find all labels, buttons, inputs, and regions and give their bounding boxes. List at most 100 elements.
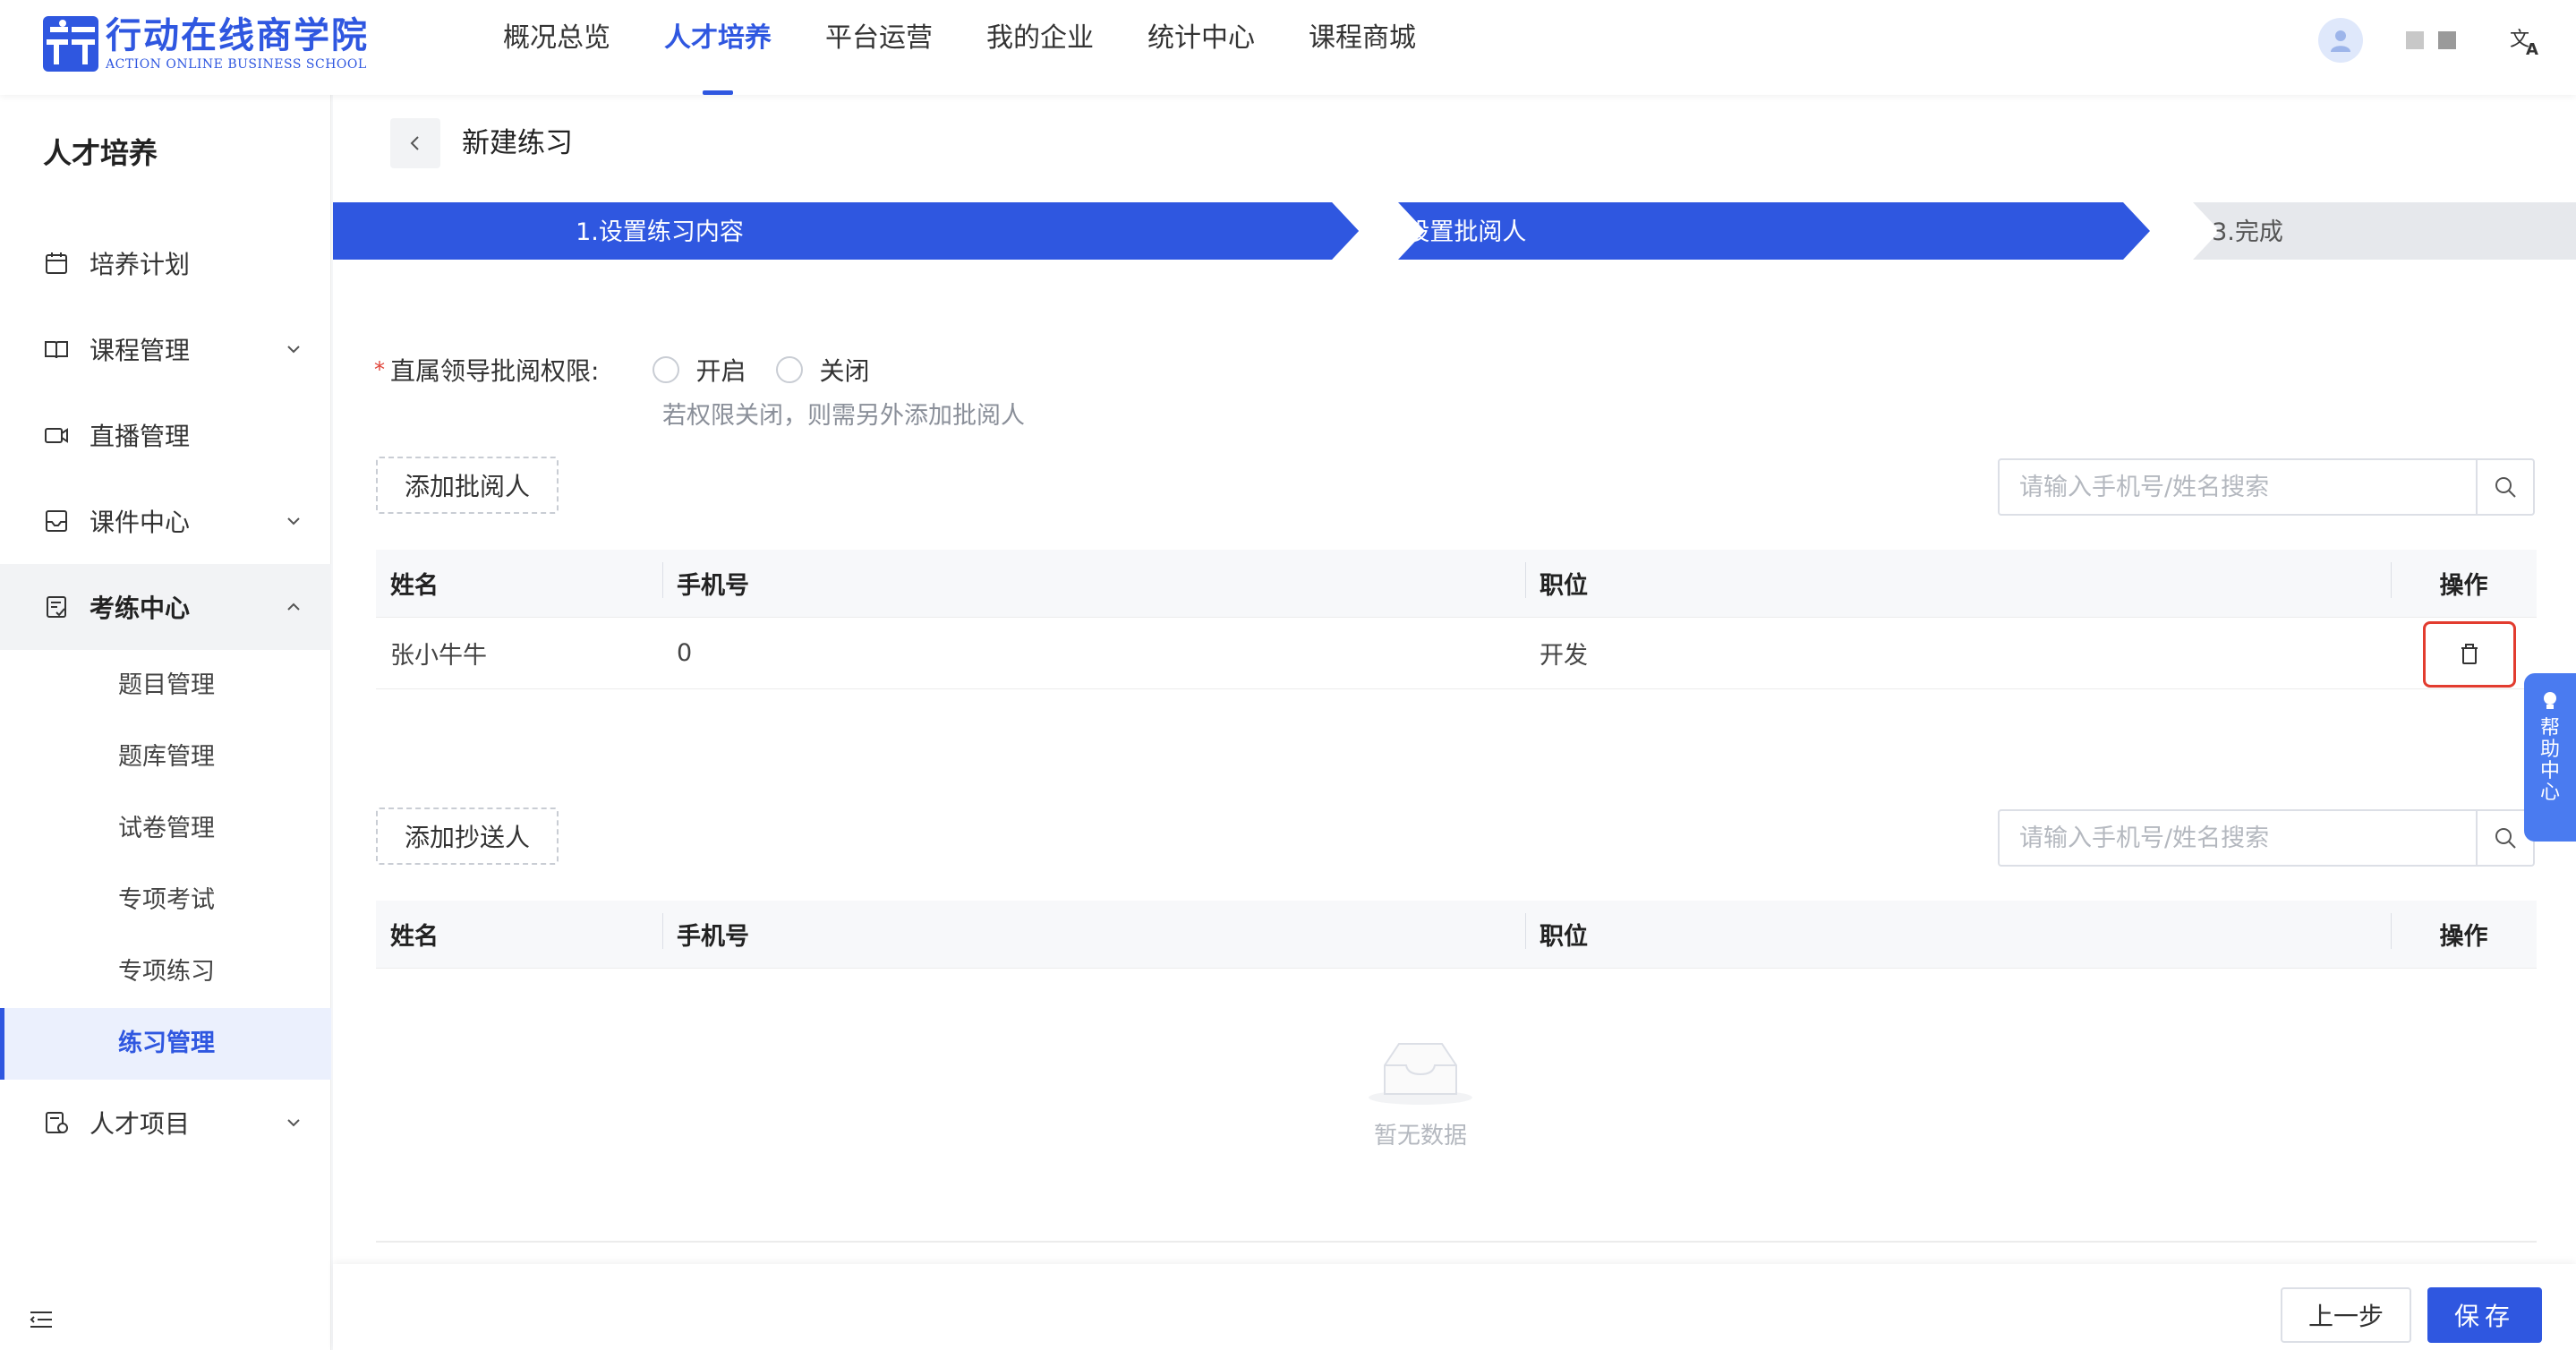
radio-on[interactable]: 开启 bbox=[653, 352, 746, 388]
divider bbox=[376, 1241, 2537, 1243]
empty-text: 暂无数据 bbox=[1373, 1123, 1467, 1149]
sidebar-item-label: 课程管理 bbox=[90, 336, 191, 365]
table-header: 姓名 手机号 职位 操作 bbox=[376, 550, 2537, 618]
sidebar-subitem-papers[interactable]: 试卷管理 bbox=[0, 793, 331, 865]
chevron-down-icon bbox=[287, 346, 300, 354]
reviewer-search bbox=[1998, 458, 2535, 516]
back-button[interactable] bbox=[390, 118, 440, 168]
nav-operation[interactable]: 平台运营 bbox=[825, 0, 933, 95]
sidebar-item-label: 人才项目 bbox=[90, 1109, 191, 1139]
radio-off-label: 关闭 bbox=[819, 356, 870, 386]
video-icon bbox=[45, 428, 68, 443]
chevron-down-icon bbox=[287, 1119, 300, 1127]
sidebar-item-label: 课件中心 bbox=[90, 508, 191, 537]
translate-icon[interactable]: 文 A bbox=[2508, 22, 2544, 58]
step-3-label: 3.完成 bbox=[2212, 218, 2283, 246]
sidebar-title: 人才培养 bbox=[43, 136, 158, 170]
footer-bar: 上一步 保存 bbox=[333, 1264, 2576, 1350]
sidebar-subitem-questions[interactable]: 题目管理 bbox=[0, 650, 331, 722]
sidebar-item-live[interactable]: 直播管理 bbox=[0, 392, 331, 478]
col-name: 姓名 bbox=[390, 923, 439, 951]
page-header: 新建练习 bbox=[333, 95, 2576, 193]
sidebar-subitem-practice-manage[interactable]: 练习管理 bbox=[0, 1008, 331, 1080]
main-content: 新建练习 1.设置练习内容 2.设置批阅人 3.完成 * 直属领导批阅权限: 开… bbox=[333, 95, 2576, 1350]
prev-step-button[interactable]: 上一步 bbox=[2281, 1287, 2411, 1343]
permission-hint: 若权限关闭，则需另外添加批阅人 bbox=[662, 402, 1025, 430]
col-phone: 手机号 bbox=[662, 913, 1525, 952]
sidebar-subitem-question-bank[interactable]: 题库管理 bbox=[0, 722, 331, 793]
cell-name: 张小牛牛 bbox=[390, 642, 487, 670]
nav-mall[interactable]: 课程商城 bbox=[1309, 0, 1416, 95]
nav-talent[interactable]: 人才培养 bbox=[664, 0, 772, 95]
chevron-up-icon bbox=[287, 602, 300, 611]
required-mark: * bbox=[374, 357, 385, 382]
add-cc-button[interactable]: 添加抄送人 bbox=[376, 807, 559, 865]
brand-logo[interactable]: 行动在线商学院 ACTION ONLINE BUSINESS SCHOOL bbox=[43, 14, 369, 73]
permission-label: 直属领导批阅权限: bbox=[390, 356, 600, 386]
radio-circle[interactable] bbox=[776, 356, 804, 383]
sidebar-item-courseware[interactable]: 课件中心 bbox=[0, 478, 331, 564]
sidebar-item-label: 直播管理 bbox=[90, 422, 191, 451]
col-position: 职位 bbox=[1525, 562, 2391, 601]
brand-name-en: ACTION ONLINE BUSINESS SCHOOL bbox=[106, 57, 367, 72]
top-right-tools: 文 A bbox=[2318, 18, 2544, 63]
trash-icon bbox=[2461, 643, 2478, 664]
col-action: 操作 bbox=[2391, 562, 2537, 601]
lightbulb-icon bbox=[2544, 692, 2556, 709]
nav-enterprise[interactable]: 我的企业 bbox=[986, 0, 1094, 95]
col-action: 操作 bbox=[2391, 913, 2537, 952]
logo-mark-icon bbox=[43, 16, 98, 72]
reviewer-search-input[interactable] bbox=[2000, 460, 2476, 514]
project-icon bbox=[46, 1112, 68, 1133]
add-reviewer-button[interactable]: 添加批阅人 bbox=[376, 457, 559, 514]
sidebar-item-course[interactable]: 课程管理 bbox=[0, 306, 331, 392]
radio-circle[interactable] bbox=[653, 356, 680, 383]
user-menu-placeholder[interactable] bbox=[2438, 31, 2456, 49]
nav-overview[interactable]: 概况总览 bbox=[503, 0, 610, 95]
help-center-tab[interactable]: 帮助中心 bbox=[2524, 673, 2576, 842]
search-icon bbox=[2495, 828, 2516, 849]
cc-search bbox=[1998, 809, 2535, 867]
delete-button[interactable] bbox=[2423, 620, 2516, 688]
nav-statistics[interactable]: 统计中心 bbox=[1147, 0, 1255, 95]
step-2-label: 2.设置批阅人 bbox=[1383, 218, 1527, 246]
chevron-left-icon bbox=[410, 136, 419, 150]
sidebar-subitem-special-exam[interactable]: 专项考试 bbox=[0, 865, 331, 936]
book-icon bbox=[45, 341, 68, 359]
user-name-placeholder[interactable] bbox=[2406, 31, 2424, 49]
user-icon bbox=[2331, 30, 2350, 52]
radio-off[interactable]: 关闭 bbox=[776, 352, 869, 388]
step-1-label: 1.设置练习内容 bbox=[576, 218, 744, 246]
radio-on-label: 开启 bbox=[695, 356, 746, 386]
cc-search-input[interactable] bbox=[2000, 811, 2476, 865]
svg-text:A: A bbox=[2526, 40, 2538, 58]
help-center-label: 帮助中心 bbox=[2539, 717, 2560, 804]
sidebar-subitem-special-practice[interactable]: 专项练习 bbox=[0, 936, 331, 1008]
exam-icon bbox=[47, 596, 66, 618]
sidebar-item-label: 培养计划 bbox=[90, 250, 191, 279]
table-header: 姓名 手机号 职位 操作 bbox=[376, 901, 2537, 969]
sidebar-menu: 培养计划 课程管理 直播管理 课件中心 考练中心 题目管理 题库管理 试卷管理 … bbox=[0, 220, 331, 1166]
top-bar: 行动在线商学院 ACTION ONLINE BUSINESS SCHOOL 概况… bbox=[0, 0, 2576, 95]
page-title: 新建练习 bbox=[462, 127, 573, 159]
steps-bar: 1.设置练习内容 2.设置批阅人 3.完成 bbox=[333, 202, 2576, 260]
sidebar-item-exam[interactable]: 考练中心 bbox=[0, 564, 331, 650]
chevron-down-icon bbox=[287, 517, 300, 525]
collapse-sidebar-icon[interactable] bbox=[27, 1305, 55, 1334]
col-phone: 手机号 bbox=[662, 562, 1525, 601]
sidebar-item-project[interactable]: 人才项目 bbox=[0, 1080, 331, 1166]
exam-submenu: 题目管理 题库管理 试卷管理 专项考试 专项练习 练习管理 bbox=[0, 650, 331, 1080]
empty-box-icon bbox=[1369, 1043, 1472, 1105]
table-row: 张小牛牛 0 开发 bbox=[376, 618, 2537, 689]
sidebar-item-label: 考练中心 bbox=[90, 594, 191, 623]
cell-position: 开发 bbox=[1540, 642, 1588, 670]
brand-name: 行动在线商学院 bbox=[106, 15, 369, 56]
calendar-icon bbox=[46, 252, 67, 274]
main-nav: 概况总览 人才培养 平台运营 我的企业 统计中心 课程商城 bbox=[503, 0, 1470, 95]
sidebar: 人才培养 培养计划 课程管理 直播管理 课件中心 考练中心 题目管理 题库管理 … bbox=[0, 95, 331, 1350]
save-button[interactable]: 保存 bbox=[2427, 1287, 2542, 1343]
permission-row: * 直属领导批阅权限: 开启 关闭 bbox=[374, 347, 869, 392]
avatar[interactable] bbox=[2318, 18, 2363, 63]
reviewer-search-button[interactable] bbox=[2476, 460, 2533, 514]
sidebar-item-plan[interactable]: 培养计划 bbox=[0, 220, 331, 306]
